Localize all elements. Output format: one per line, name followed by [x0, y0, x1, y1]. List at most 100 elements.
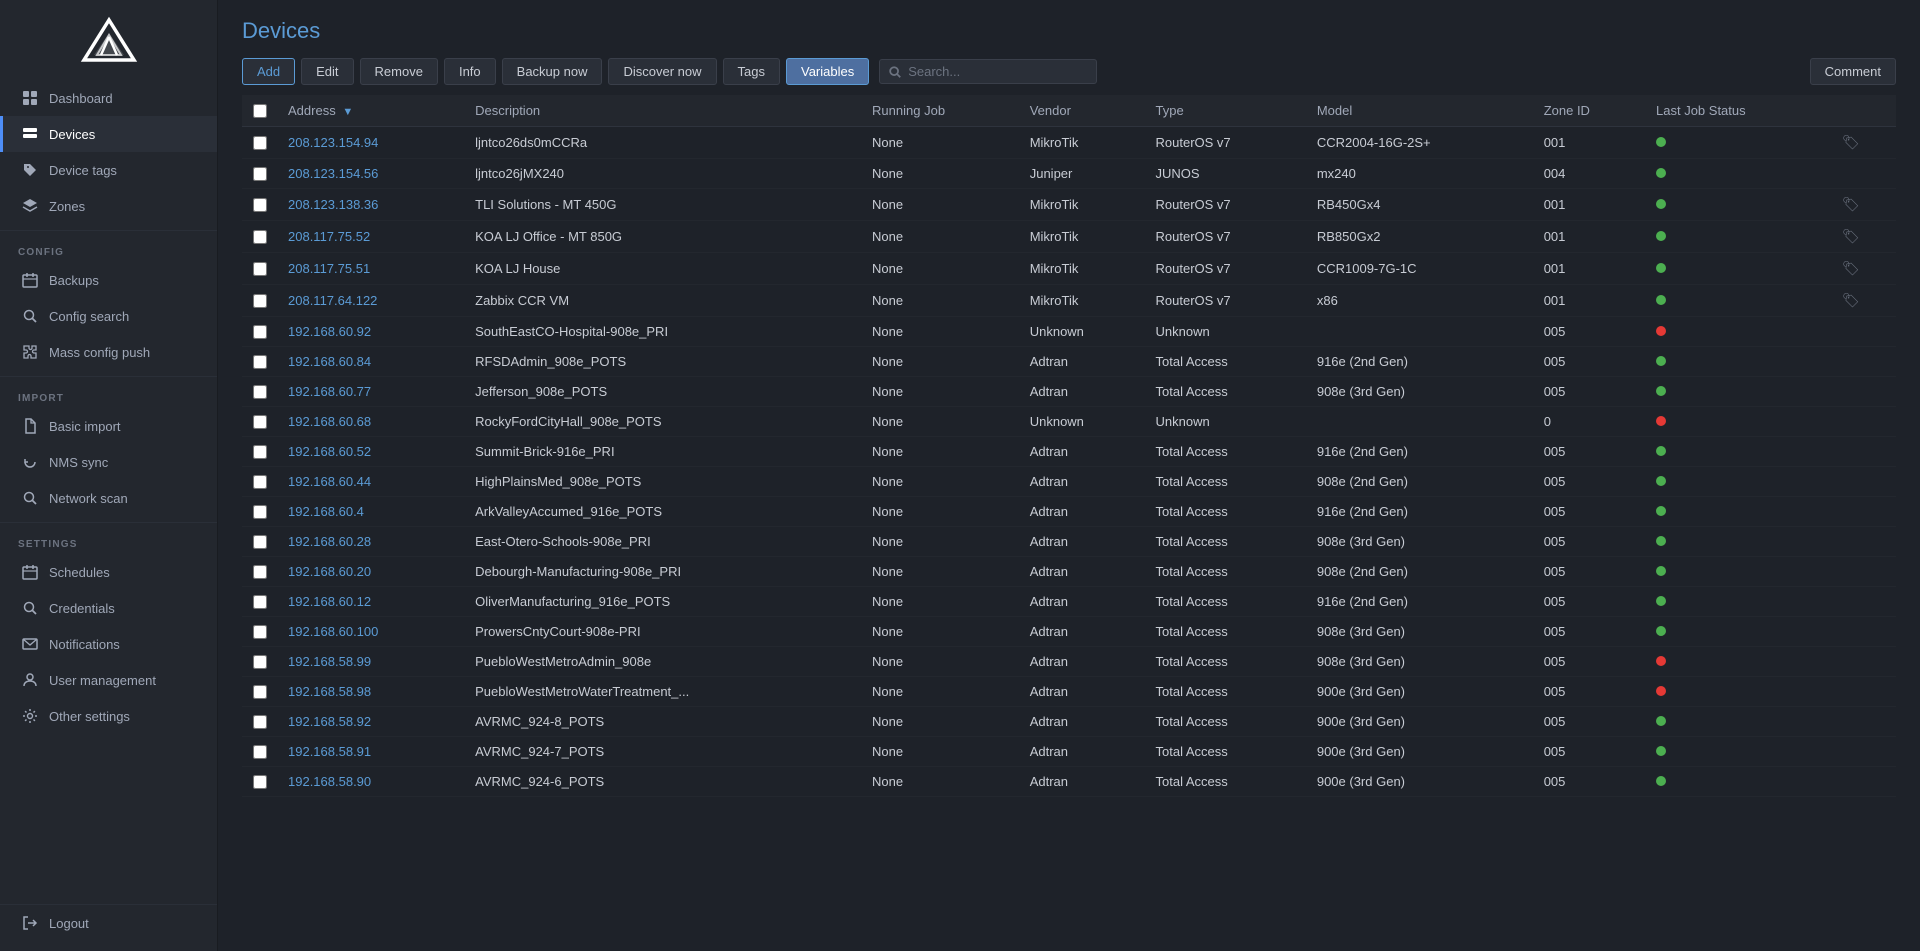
row-checkbox[interactable]: [253, 685, 267, 699]
tag-icon[interactable]: 🏷: [1842, 228, 1860, 244]
row-checkbox[interactable]: [253, 565, 267, 579]
row-address[interactable]: 192.168.60.77: [278, 377, 465, 407]
tag-icon[interactable]: 🏷: [1842, 196, 1860, 212]
row-model: 916e (2nd Gen): [1307, 587, 1534, 617]
row-vendor: Adtran: [1020, 617, 1146, 647]
section-label-settings: SETTINGS: [0, 529, 217, 554]
row-checkbox[interactable]: [253, 262, 267, 276]
sidebar-item-user-management[interactable]: User management: [0, 662, 217, 698]
row-checkbox[interactable]: [253, 745, 267, 759]
tag-icon[interactable]: 🏷: [1842, 134, 1860, 150]
row-checkbox[interactable]: [253, 415, 267, 429]
row-address[interactable]: 208.117.75.51: [278, 253, 465, 285]
tag-icon[interactable]: 🏷: [1842, 292, 1860, 308]
row-checkbox-cell: [242, 189, 278, 221]
sidebar-item-dashboard[interactable]: Dashboard: [0, 80, 217, 116]
row-checkbox[interactable]: [253, 535, 267, 549]
sidebar-item-nms-sync[interactable]: NMS sync: [0, 444, 217, 480]
comment-button[interactable]: Comment: [1810, 58, 1896, 85]
variables-button[interactable]: Variables: [786, 58, 869, 85]
row-address[interactable]: 208.123.154.94: [278, 127, 465, 159]
logout-button[interactable]: Logout: [0, 905, 217, 941]
row-address[interactable]: 192.168.60.28: [278, 527, 465, 557]
row-description: ljntco26ds0mCCRa: [465, 127, 862, 159]
row-zone-id: 001: [1534, 253, 1646, 285]
add-button[interactable]: Add: [242, 58, 295, 85]
row-address[interactable]: 192.168.60.44: [278, 467, 465, 497]
sidebar-item-network-scan[interactable]: Network scan: [0, 480, 217, 516]
row-checkbox[interactable]: [253, 355, 267, 369]
sidebar-item-zones[interactable]: Zones: [0, 188, 217, 224]
remove-button[interactable]: Remove: [360, 58, 438, 85]
row-checkbox[interactable]: [253, 325, 267, 339]
row-vendor: MikroTik: [1020, 127, 1146, 159]
sidebar-item-config-search-label: Config search: [49, 309, 129, 324]
sidebar-item-device-tags[interactable]: Device tags: [0, 152, 217, 188]
backup-now-button[interactable]: Backup now: [502, 58, 603, 85]
row-address[interactable]: 192.168.60.12: [278, 587, 465, 617]
sidebar-item-schedules[interactable]: Schedules: [0, 554, 217, 590]
row-address[interactable]: 192.168.58.91: [278, 737, 465, 767]
row-address[interactable]: 192.168.60.92: [278, 317, 465, 347]
row-address[interactable]: 192.168.60.4: [278, 497, 465, 527]
row-address[interactable]: 208.117.75.52: [278, 221, 465, 253]
row-checkbox[interactable]: [253, 230, 267, 244]
row-zone-id: 005: [1534, 377, 1646, 407]
sidebar-item-mass-config-push[interactable]: Mass config push: [0, 334, 217, 370]
row-address[interactable]: 192.168.60.20: [278, 557, 465, 587]
row-checkbox[interactable]: [253, 625, 267, 639]
sidebar-item-notifications[interactable]: Notifications: [0, 626, 217, 662]
row-address[interactable]: 192.168.60.84: [278, 347, 465, 377]
row-status: [1646, 253, 1832, 285]
row-checkbox[interactable]: [253, 715, 267, 729]
row-checkbox[interactable]: [253, 655, 267, 669]
sort-arrow-address: ▼: [342, 106, 353, 118]
row-checkbox[interactable]: [253, 445, 267, 459]
row-checkbox[interactable]: [253, 595, 267, 609]
tag-icon: [21, 161, 39, 179]
row-checkbox[interactable]: [253, 385, 267, 399]
row-address[interactable]: 192.168.58.99: [278, 647, 465, 677]
row-type: RouterOS v7: [1146, 253, 1307, 285]
row-address[interactable]: 192.168.60.52: [278, 437, 465, 467]
row-checkbox[interactable]: [253, 775, 267, 789]
sidebar-item-credentials[interactable]: Credentials: [0, 590, 217, 626]
row-address[interactable]: 192.168.58.90: [278, 767, 465, 797]
sidebar-item-other-settings[interactable]: Other settings: [0, 698, 217, 734]
discover-now-button[interactable]: Discover now: [608, 58, 716, 85]
sidebar-item-config-search[interactable]: Config search: [0, 298, 217, 334]
row-type: Unknown: [1146, 317, 1307, 347]
row-checkbox[interactable]: [253, 136, 267, 150]
search-input[interactable]: [908, 64, 1088, 79]
main-content: Devices Add Edit Remove Info Backup now …: [218, 0, 1920, 951]
row-checkbox[interactable]: [253, 505, 267, 519]
row-checkbox[interactable]: [253, 294, 267, 308]
row-checkbox[interactable]: [253, 198, 267, 212]
status-dot: [1656, 263, 1666, 273]
row-address[interactable]: 192.168.58.98: [278, 677, 465, 707]
row-address[interactable]: 192.168.60.68: [278, 407, 465, 437]
select-all-checkbox[interactable]: [253, 104, 267, 118]
th-address[interactable]: Address ▼: [278, 95, 465, 127]
tags-button[interactable]: Tags: [723, 58, 780, 85]
info-button[interactable]: Info: [444, 58, 496, 85]
table-row: 192.168.58.90 AVRMC_924-6_POTS None Adtr…: [242, 767, 1896, 797]
row-address[interactable]: 192.168.58.92: [278, 707, 465, 737]
row-address[interactable]: 192.168.60.100: [278, 617, 465, 647]
row-status: [1646, 437, 1832, 467]
row-address[interactable]: 208.123.138.36: [278, 189, 465, 221]
th-running-job: Running Job: [862, 95, 1020, 127]
row-vendor: Juniper: [1020, 159, 1146, 189]
row-address[interactable]: 208.117.64.122: [278, 285, 465, 317]
row-model: [1307, 317, 1534, 347]
sidebar-item-devices[interactable]: Devices: [0, 116, 217, 152]
sidebar-item-backups[interactable]: Backups: [0, 262, 217, 298]
sidebar-item-basic-import[interactable]: Basic import: [0, 408, 217, 444]
tag-icon[interactable]: 🏷: [1842, 260, 1860, 276]
edit-button[interactable]: Edit: [301, 58, 353, 85]
row-checkbox[interactable]: [253, 475, 267, 489]
row-address[interactable]: 208.123.154.56: [278, 159, 465, 189]
row-checkbox[interactable]: [253, 167, 267, 181]
row-running-job: None: [862, 587, 1020, 617]
row-running-job: None: [862, 189, 1020, 221]
